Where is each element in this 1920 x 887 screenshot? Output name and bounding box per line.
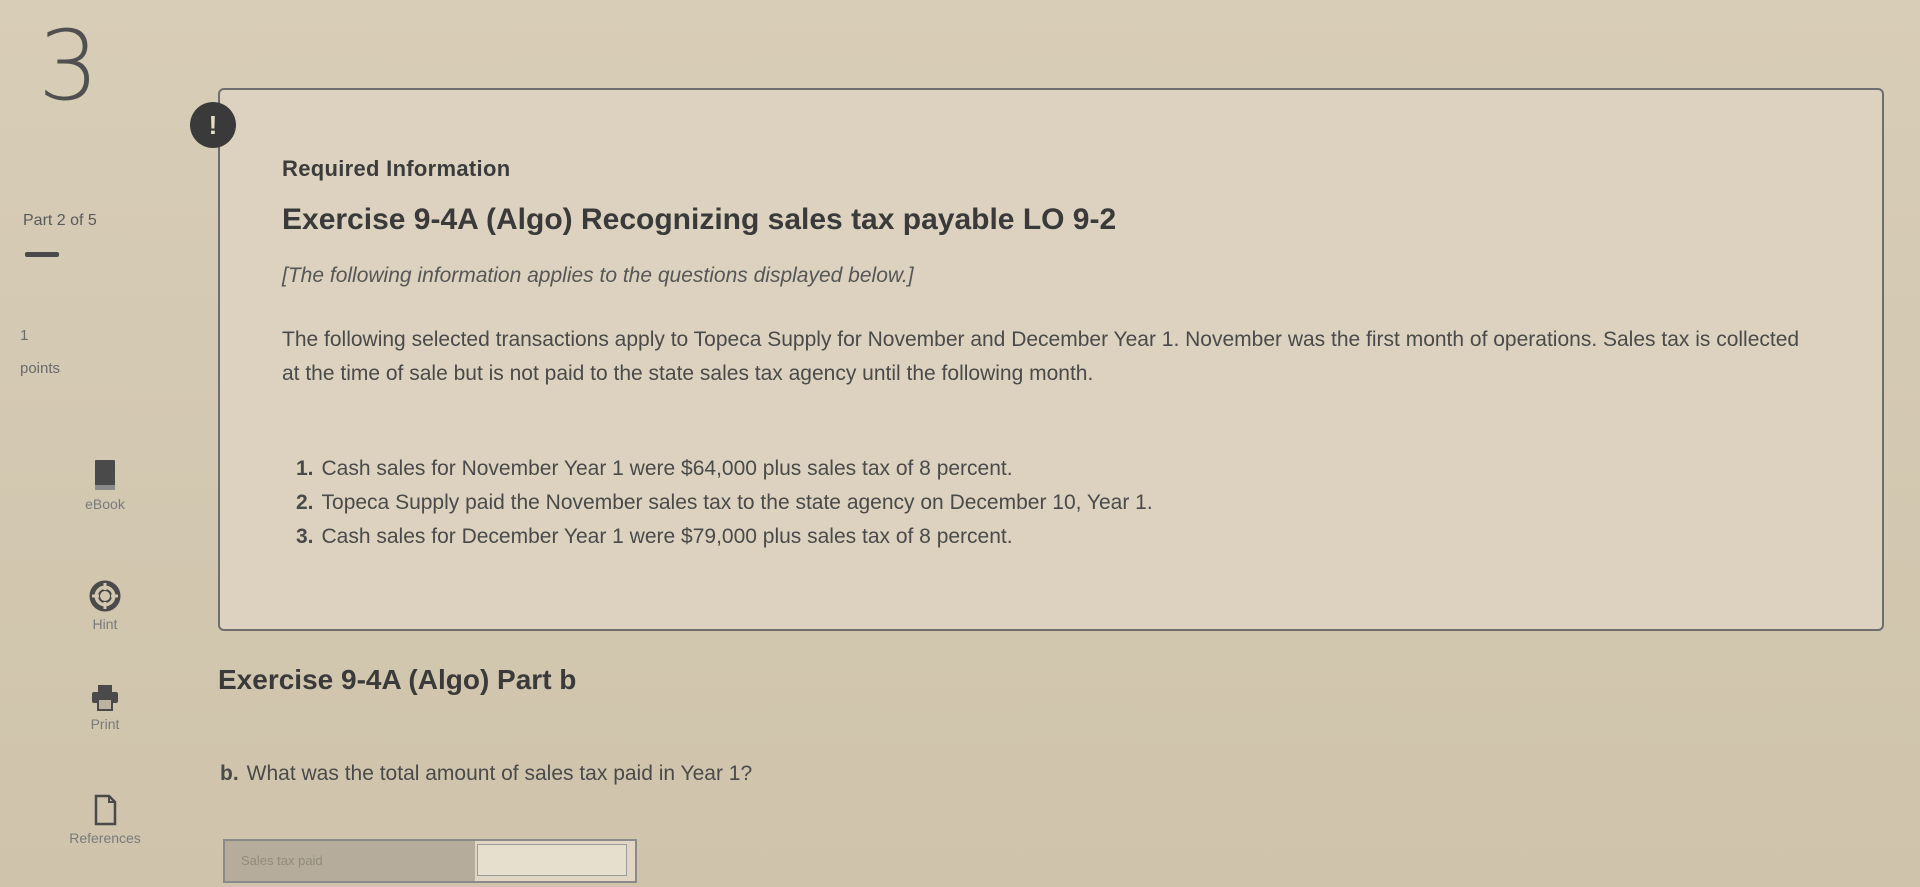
list-item: 1. Cash sales for November Year 1 were $6… — [296, 452, 1153, 486]
list-item-text: Cash sales for December Year 1 were $79,… — [321, 525, 1013, 548]
list-item: 2. Topeca Supply paid the November sales … — [296, 486, 1153, 520]
question-text: b. What was the total amount of sales tax… — [220, 762, 752, 786]
question-number-label: b. — [220, 762, 239, 785]
printer-icon — [92, 685, 118, 711]
list-item-text: Topeca Supply paid the November sales ta… — [321, 491, 1153, 514]
lifebuoy-icon — [89, 580, 121, 612]
hint-button[interactable]: Hint — [50, 580, 160, 632]
hint-label: Hint — [92, 616, 118, 632]
book-icon — [95, 460, 115, 490]
sales-tax-paid-input[interactable] — [477, 844, 627, 876]
list-item-number: 3. — [296, 525, 314, 548]
exercise-title: Exercise 9-4A (Algo) Recognizing sales t… — [282, 203, 1117, 236]
references-label: References — [69, 830, 141, 846]
question-number: 3 — [38, 10, 100, 122]
points-value: 1 — [20, 327, 29, 344]
document-icon — [94, 794, 117, 826]
print-label: Print — [90, 716, 120, 732]
part-title: Exercise 9-4A (Algo) Part b — [218, 664, 577, 695]
answer-label: Sales tax paid — [225, 841, 475, 881]
part-indicator: Part 2 of 5 — [23, 212, 97, 229]
list-item-text: Cash sales for November Year 1 were $64,… — [321, 457, 1013, 480]
intro-paragraph: The following selected transactions appl… — [282, 328, 1800, 385]
list-item-number: 2. — [296, 491, 314, 514]
question-body: What was the total amount of sales tax p… — [246, 762, 753, 785]
part-progress-bar — [25, 252, 59, 257]
alert-icon: ! — [190, 102, 236, 148]
answer-row: Sales tax paid — [223, 839, 637, 883]
ebook-button[interactable]: eBook — [50, 458, 160, 512]
applies-note: [The following information applies to th… — [282, 264, 914, 287]
transaction-list: 1. Cash sales for November Year 1 were $6… — [296, 452, 1153, 554]
list-item: 3. Cash sales for December Year 1 were $7… — [296, 520, 1153, 554]
ebook-label: eBook — [85, 496, 125, 512]
required-information-heading: Required Information — [282, 156, 511, 181]
print-button[interactable]: Print — [50, 684, 160, 732]
references-button[interactable]: References — [50, 794, 160, 846]
points-label: points — [20, 360, 61, 377]
list-item-number: 1. — [296, 457, 314, 480]
